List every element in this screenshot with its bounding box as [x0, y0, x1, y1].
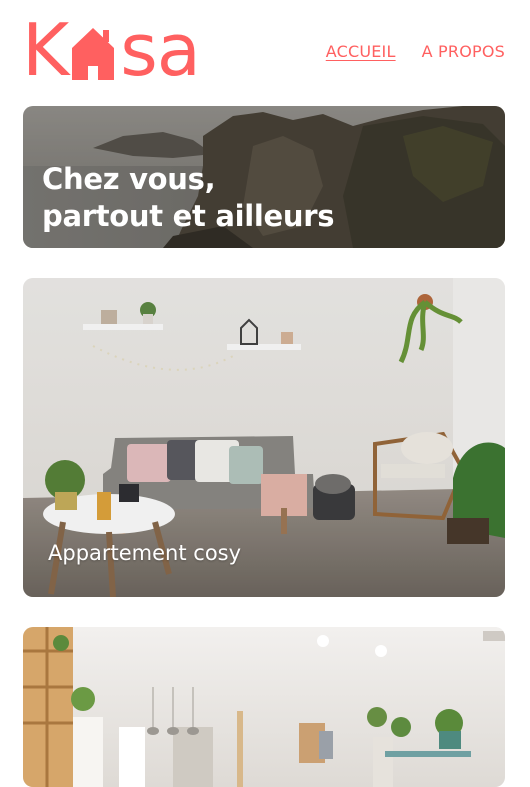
- logo-letter-k: K: [22, 8, 69, 92]
- hero-banner: Chez vous, partout et ailleurs: [23, 106, 505, 248]
- logo-letters-sa: sa: [120, 8, 201, 92]
- nav-link-a-propos[interactable]: A PROPOS: [422, 42, 505, 61]
- kasa-logo[interactable]: K sa: [22, 12, 212, 88]
- listing-cover-image: [23, 627, 505, 787]
- nav-link-accueil[interactable]: ACCUEIL: [326, 42, 396, 61]
- site-header: K sa ACCUEIL A PROPOS: [0, 0, 530, 100]
- listing-card[interactable]: [23, 627, 505, 787]
- listing-card[interactable]: Appartement cosy: [23, 278, 505, 597]
- main-nav: ACCUEIL A PROPOS: [326, 42, 505, 61]
- hero-title: Chez vous, partout et ailleurs: [42, 162, 335, 234]
- listing-title: Appartement cosy: [48, 540, 242, 565]
- house-icon: [70, 26, 116, 82]
